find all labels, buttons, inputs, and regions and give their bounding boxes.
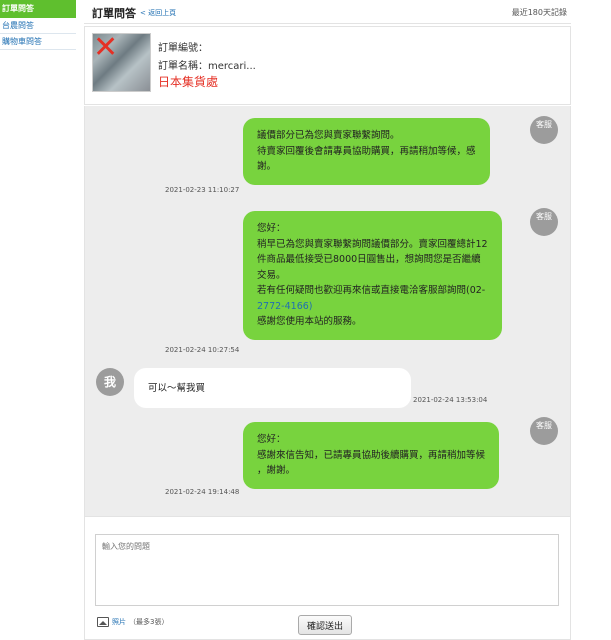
- phone-number-line: 2772-4166): [257, 300, 313, 312]
- message-bubble-staff: 您好： 感謝來信告知，已請專員協助後續購買，再請稍加等候 ，謝謝。: [243, 422, 500, 489]
- back-link[interactable]: < 返回上頁: [140, 8, 176, 18]
- message-line: 您好：: [257, 223, 286, 234]
- message-line: 感謝來信告知，已請專員協助後續購買，再請稍加等候: [257, 449, 486, 461]
- message-bubble-staff: 議價部分已為您與賣家聯繫詢問。 待賣家回覆後會請專員協助購買，再請稍加等候，感 …: [243, 118, 490, 185]
- order-info: ✕ 訂單編號： 訂單名稱：mercari... 日本集貨處: [84, 26, 571, 105]
- photo-label: 照片: [112, 618, 126, 626]
- sidebar-item-order-qa[interactable]: 訂單問答: [0, 0, 76, 18]
- message-line: 件商品最低接受已8000日圓售出，想詢問您是否繼續: [257, 254, 481, 265]
- order-number: 訂單編號：: [158, 43, 208, 54]
- question-input[interactable]: [95, 534, 559, 606]
- message-bubble-staff: 您好： 稍早已為您與賣家聯繫詢問議價部分。賣家回覆總計12 件商品最低接受已80…: [243, 211, 502, 340]
- message-line: 待賣家回覆後會請專員協助購買，再請稍加等候，感: [257, 145, 476, 157]
- sidebar: 訂單問答 台農問答 購物車問答: [0, 0, 76, 50]
- photo-limit-note: （最多3張）: [129, 618, 169, 626]
- message-line: 可以～幫我買: [148, 383, 206, 394]
- message-line: 感謝您使用本站的服務。: [257, 316, 362, 327]
- order-name: 訂單名稱：mercari...: [158, 61, 256, 72]
- message-timestamp: 2021-02-24 19:14:48: [165, 488, 240, 496]
- product-thumbnail: ✕: [92, 33, 151, 92]
- chat-thread: 議價部分已為您與賣家聯繫詢問。 待賣家回覆後會請專員協助購買，再請稍加等候，感 …: [84, 106, 571, 516]
- staff-avatar: 客服: [530, 116, 558, 144]
- message-line: 議價部分已為您與賣家聯繫詢問。: [257, 130, 400, 141]
- order-source: 日本集貨處: [158, 75, 219, 89]
- image-icon: [97, 617, 109, 627]
- message-line: 稍早已為您與賣家聯繫詢問議價部分。賣家回覆總計12: [257, 238, 488, 250]
- composer: 照片 （最多3張） 確認送出: [84, 516, 571, 640]
- history-range-note: 最近180天記錄: [511, 8, 567, 17]
- staff-avatar: 客服: [530, 208, 558, 236]
- sidebar-item-farm-qa[interactable]: 台農問答: [0, 18, 76, 34]
- message-line: 交易。: [257, 269, 286, 281]
- message-timestamp: 2021-02-23 11:10:27: [165, 186, 240, 194]
- add-photo-button[interactable]: 照片 （最多3張）: [97, 617, 168, 627]
- page-title: 訂單問答: [92, 7, 136, 20]
- staff-avatar: 客服: [530, 417, 558, 445]
- submit-button[interactable]: 確認送出: [298, 615, 352, 635]
- message-timestamp: 2021-02-24 10:27:54: [165, 346, 240, 354]
- user-avatar: 我: [96, 368, 124, 396]
- message-line: 您好：: [257, 434, 286, 445]
- page-header: 訂單問答 < 返回上頁 最近180天記錄: [84, 0, 571, 24]
- message-line: ，謝謝。: [257, 465, 296, 476]
- message-timestamp: 2021-02-24 13:53:04: [413, 396, 488, 404]
- close-icon: ✕: [93, 33, 119, 65]
- message-bubble-user: 可以～幫我買: [134, 368, 411, 408]
- message-line: 謝。: [257, 161, 277, 172]
- sidebar-item-cart-qa[interactable]: 購物車問答: [0, 34, 76, 50]
- message-line: 若有任何疑問也歡迎再來信或直接電洽客服部詢問(02-: [257, 285, 486, 296]
